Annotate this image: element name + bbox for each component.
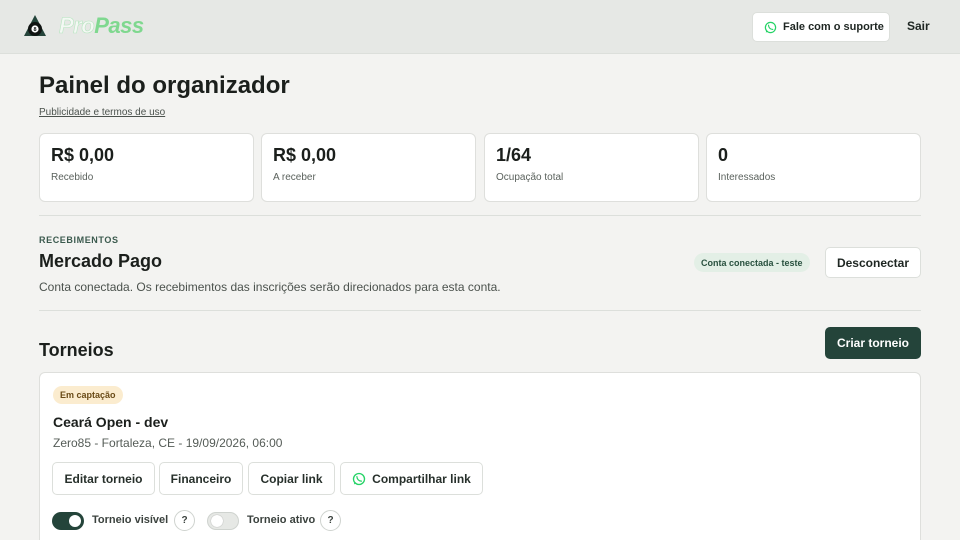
billiard-ball-logo-icon[interactable]: 8 xyxy=(23,14,47,38)
tournament-card: Em captação Ceará Open - dev Zero85 - Fo… xyxy=(39,372,921,540)
svg-text:8: 8 xyxy=(33,27,36,33)
support-button[interactable]: Fale com o suporte xyxy=(752,12,890,42)
brand-logo[interactable]: ProPass xyxy=(59,13,144,39)
edit-tournament-button[interactable]: Editar torneio xyxy=(52,462,155,495)
stat-label: Recebido xyxy=(51,172,94,183)
page-title: Painel do organizador xyxy=(39,72,290,99)
stat-card-occupancy: 1/64 Ocupação total xyxy=(484,133,699,202)
stat-card-receivable: R$ 0,00 A receber xyxy=(261,133,476,202)
visible-toggle-label: Torneio visível xyxy=(92,514,169,526)
share-link-label: Compartilhar link xyxy=(372,471,471,486)
terms-link[interactable]: Publicidade e termos de uso xyxy=(39,107,165,118)
visible-toggle[interactable] xyxy=(52,512,84,530)
tournament-meta: Zero85 - Fortaleza, CE - 19/09/2026, 06:… xyxy=(53,436,283,450)
visible-help-button[interactable]: ? xyxy=(174,510,195,531)
create-tournament-button[interactable]: Criar torneio xyxy=(825,327,921,359)
connection-status-badge: Conta conectada - teste xyxy=(694,253,810,272)
brand-pass-text: Pass xyxy=(94,13,144,38)
stat-value: R$ 0,00 xyxy=(273,145,337,165)
stat-label: Interessados xyxy=(718,172,776,183)
stat-label: A receber xyxy=(273,172,316,183)
brand-pro-text: Pro xyxy=(59,13,95,39)
active-toggle[interactable] xyxy=(207,512,239,530)
tournament-name: Ceará Open - dev xyxy=(53,414,169,430)
payment-description: Conta conectada. Os recebimentos das ins… xyxy=(39,280,501,294)
payments-kicker: RECEBIMENTOS xyxy=(39,235,119,245)
copy-link-button[interactable]: Copiar link xyxy=(248,462,335,495)
stat-value: 0 xyxy=(718,145,729,165)
disconnect-button[interactable]: Desconectar xyxy=(825,247,921,278)
active-toggle-label: Torneio ativo xyxy=(247,514,316,526)
whatsapp-icon xyxy=(352,472,366,485)
logout-link[interactable]: Sair xyxy=(907,19,930,33)
stat-value: 1/64 xyxy=(496,145,532,165)
toggle-knob xyxy=(69,515,81,527)
tournament-status-badge: Em captação xyxy=(53,386,123,404)
divider xyxy=(39,310,921,311)
stat-card-interested: 0 Interessados xyxy=(706,133,921,202)
stat-card-received: R$ 0,00 Recebido xyxy=(39,133,254,202)
stat-value: R$ 0,00 xyxy=(51,145,115,165)
finance-button[interactable]: Financeiro xyxy=(159,462,243,495)
active-help-button[interactable]: ? xyxy=(320,510,341,531)
whatsapp-icon xyxy=(764,21,777,33)
stat-label: Ocupação total xyxy=(496,172,564,183)
toggle-knob xyxy=(211,515,223,527)
top-header: 8 ProPass Fale com o suporte Sair xyxy=(0,0,960,54)
tournaments-title: Torneios xyxy=(39,340,114,360)
support-button-label: Fale com o suporte xyxy=(783,21,884,33)
divider xyxy=(39,215,921,216)
share-link-button[interactable]: Compartilhar link xyxy=(340,462,483,495)
payment-provider-title: Mercado Pago xyxy=(39,251,163,271)
